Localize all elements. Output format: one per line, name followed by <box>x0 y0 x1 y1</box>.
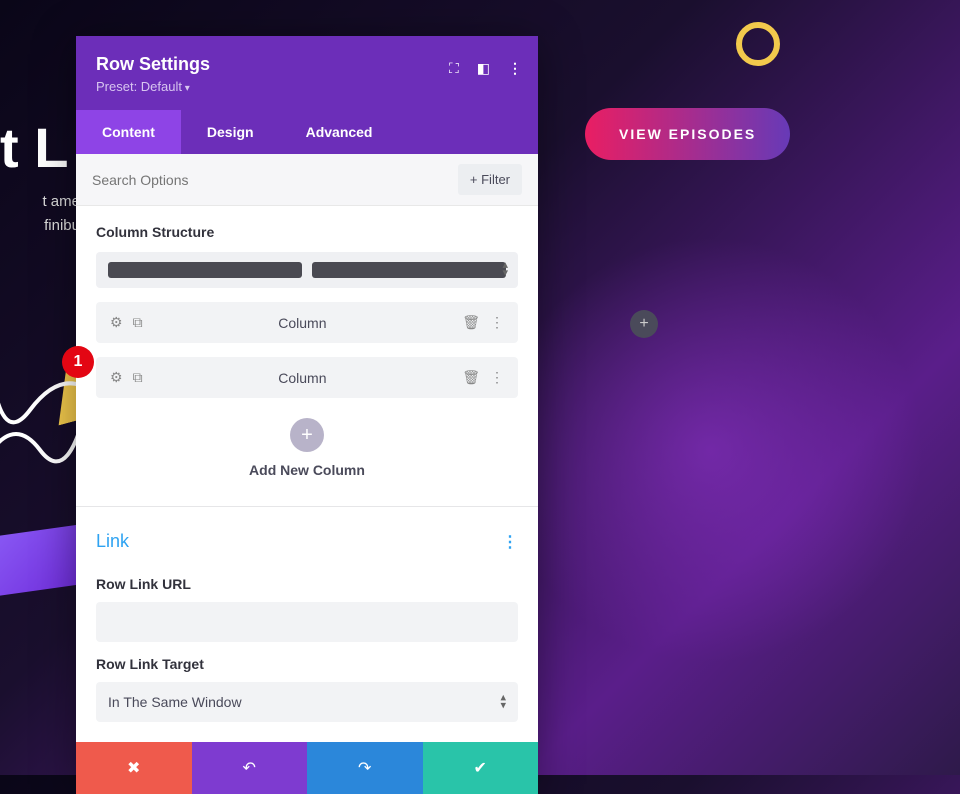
row-link-target-select[interactable]: In The Same Window <box>96 682 518 722</box>
column-label: Column <box>143 315 463 331</box>
filter-button[interactable]: + Filter <box>458 164 522 195</box>
search-row: + Filter <box>76 154 538 206</box>
row-settings-modal: Row Settings Preset: Default ⛶ ◧ ⋮ Conte… <box>76 36 538 794</box>
trash-icon[interactable]: 🗑 <box>462 314 480 331</box>
close-button[interactable]: ✖ <box>76 742 192 794</box>
column-structure-label: Column Structure <box>96 206 518 252</box>
gear-icon[interactable]: ⚙ <box>110 314 123 331</box>
undo-button[interactable]: ↶ <box>192 742 308 794</box>
link-section-title[interactable]: Link <box>96 531 129 552</box>
view-episodes-button[interactable]: VIEW EPISODES <box>585 108 790 160</box>
save-button[interactable]: ✔ <box>423 742 539 794</box>
redo-button[interactable]: ↷ <box>307 742 423 794</box>
more-options-icon[interactable]: ⋮ <box>508 60 522 77</box>
tab-design[interactable]: Design <box>181 110 280 154</box>
modal-header: Row Settings Preset: Default ⛶ ◧ ⋮ <box>76 36 538 110</box>
tab-advanced[interactable]: Advanced <box>280 110 399 154</box>
chevron-updown-icon: ▴▾ <box>502 262 508 277</box>
duplicate-icon[interactable]: ⧉ <box>133 369 143 386</box>
search-input[interactable] <box>92 172 292 188</box>
tabs: Content Design Advanced <box>76 110 538 154</box>
column-item[interactable]: ⚙ ⧉ Column 🗑 ⋮ <box>96 302 518 343</box>
add-column: + Add New Column <box>96 398 518 506</box>
preset-dropdown[interactable]: Preset: Default <box>96 79 518 94</box>
add-column-label: Add New Column <box>96 462 518 478</box>
column-structure-selector[interactable]: ▴▾ <box>96 252 518 288</box>
structure-bar <box>108 262 302 278</box>
tab-content[interactable]: Content <box>76 110 181 154</box>
more-icon[interactable]: ⋮ <box>490 314 504 331</box>
modal-footer: ✖ ↶ ↷ ✔ <box>76 742 538 794</box>
row-link-url-input[interactable] <box>96 602 518 642</box>
column-item[interactable]: ⚙ ⧉ Column 🗑 ⋮ <box>96 357 518 398</box>
chevron-updown-icon: ▴▾ <box>500 694 506 709</box>
duplicate-icon[interactable]: ⧉ <box>133 314 143 331</box>
page-heading-fragment: t L <box>0 115 68 180</box>
row-link-target-label: Row Link Target <box>96 642 518 682</box>
row-link-url-label: Row Link URL <box>96 562 518 602</box>
link-section-menu[interactable]: ⋮ <box>502 532 518 552</box>
structure-bar <box>312 262 506 278</box>
column-label: Column <box>143 370 463 386</box>
expand-icon[interactable]: ⛶ <box>449 60 459 77</box>
gear-icon[interactable]: ⚙ <box>110 369 123 386</box>
modal-body: Column Structure ▴▾ ⚙ ⧉ Column 🗑 ⋮ ⚙ ⧉ C… <box>76 206 538 742</box>
more-icon[interactable]: ⋮ <box>490 369 504 386</box>
decorative-ring <box>736 22 780 66</box>
annotation-marker-1: 1 <box>62 346 94 378</box>
add-column-button[interactable]: + <box>290 418 324 452</box>
add-module-button[interactable]: + <box>630 310 658 338</box>
responsive-icon[interactable]: ◧ <box>477 60 490 77</box>
trash-icon[interactable]: 🗑 <box>462 369 480 386</box>
